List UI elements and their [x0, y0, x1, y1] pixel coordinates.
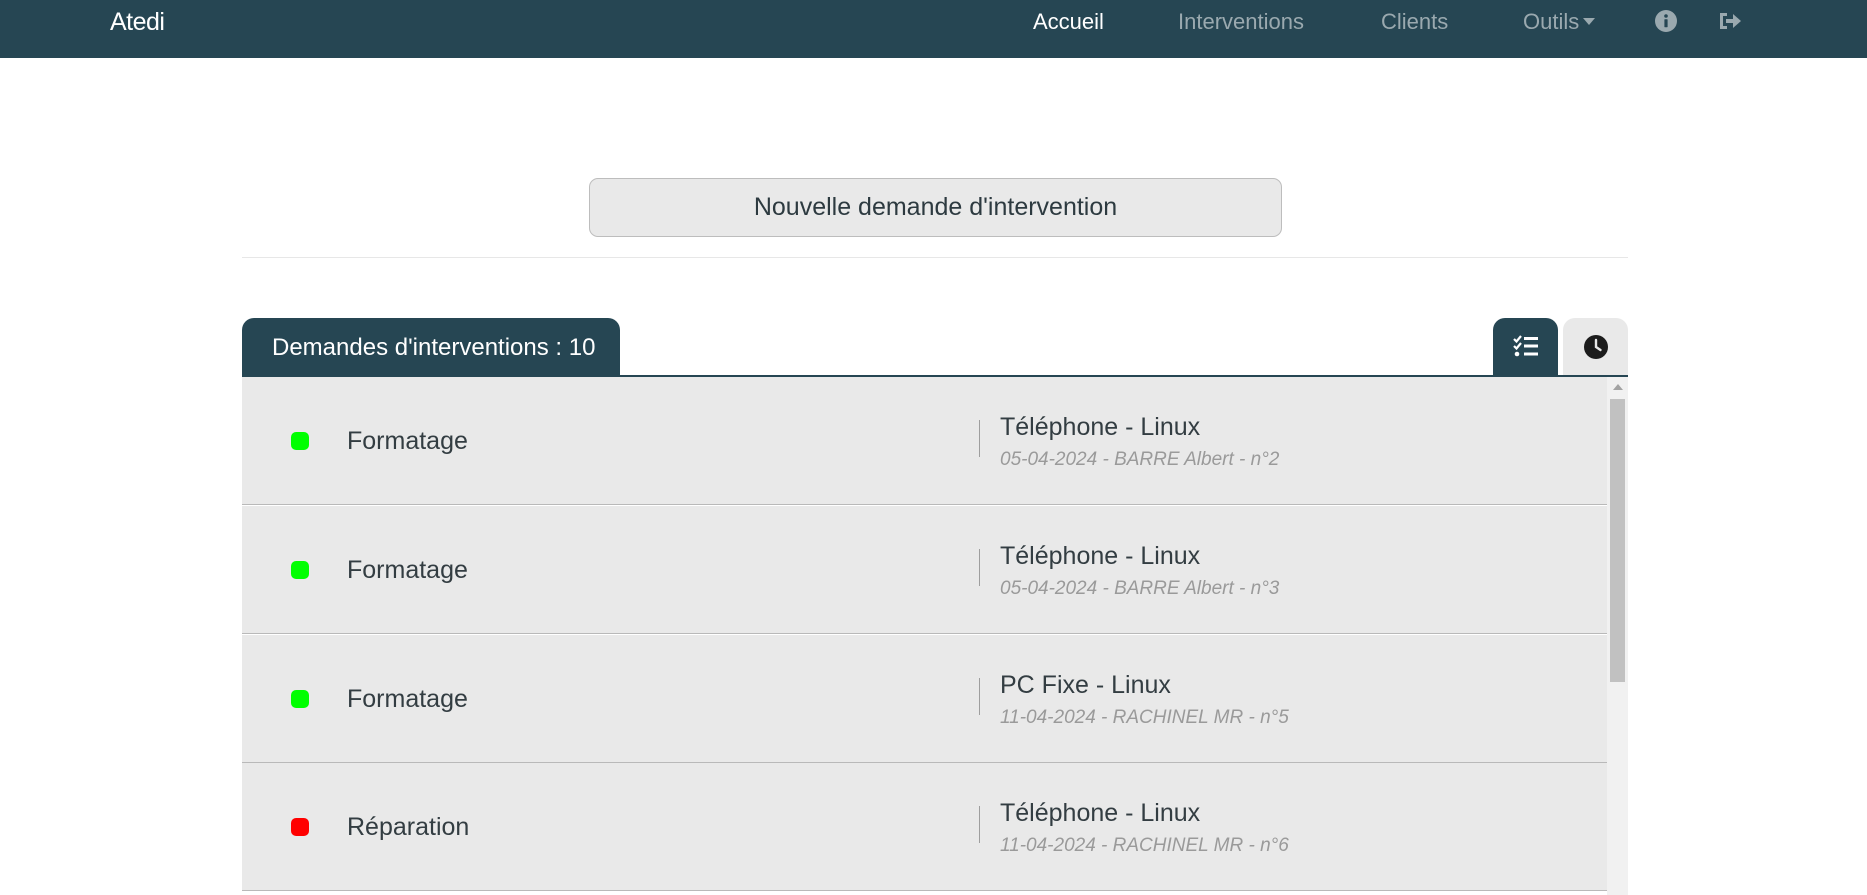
intervention-type: Formatage [347, 685, 468, 713]
list-item[interactable]: Formatage Téléphone - Linux 05-04-2024 -… [242, 377, 1607, 505]
status-indicator [291, 818, 309, 836]
request-meta: 11-04-2024 - RACHINEL MR - n°5 [1000, 707, 1289, 728]
list-item[interactable]: Formatage Téléphone - Linux 05-04-2024 -… [242, 506, 1607, 634]
row-separator [979, 420, 980, 457]
nav-link-accueil[interactable]: Accueil [1033, 9, 1104, 35]
requests-panel-title: Demandes d'interventions : 10 [242, 318, 620, 376]
status-indicator [291, 690, 309, 708]
nav-dropdown-outils-label: Outils [1523, 9, 1580, 34]
nav-link-interventions[interactable]: Interventions [1178, 9, 1304, 35]
row-separator [979, 806, 980, 843]
brand-logo[interactable]: Atedi [110, 8, 165, 37]
timeline-view-button[interactable] [1563, 318, 1628, 376]
top-navbar: Atedi Accueil Interventions Clients Outi… [0, 0, 1867, 58]
device-label: Téléphone - Linux [1000, 799, 1201, 827]
nav-link-clients[interactable]: Clients [1381, 9, 1448, 35]
device-label: PC Fixe - Linux [1000, 671, 1171, 699]
status-indicator [291, 432, 309, 450]
divider [242, 257, 1628, 258]
logout-icon[interactable] [1717, 9, 1741, 33]
list-scrollbar[interactable] [1607, 377, 1628, 895]
nav-dropdown-outils[interactable]: Outils [1523, 9, 1596, 35]
list-item[interactable]: Réparation Téléphone - Linux 11-04-2024 … [242, 763, 1607, 891]
info-icon[interactable] [1654, 9, 1678, 33]
scroll-thumb[interactable] [1610, 399, 1625, 682]
device-label: Téléphone - Linux [1000, 413, 1201, 441]
new-intervention-request-button[interactable]: Nouvelle demande d'intervention [589, 178, 1282, 237]
device-label: Téléphone - Linux [1000, 542, 1201, 570]
request-meta: 05-04-2024 - BARRE Albert - n°2 [1000, 449, 1280, 470]
list-item[interactable]: Formatage PC Fixe - Linux 11-04-2024 - R… [242, 635, 1607, 763]
requests-list: Formatage Téléphone - Linux 05-04-2024 -… [242, 377, 1628, 895]
intervention-type: Formatage [347, 556, 468, 584]
intervention-type: Formatage [347, 427, 468, 455]
list-view-button[interactable] [1493, 318, 1558, 376]
chevron-down-icon [1583, 18, 1596, 26]
request-meta: 11-04-2024 - RACHINEL MR - n°6 [1000, 835, 1289, 856]
scroll-up-icon[interactable] [1613, 384, 1623, 390]
row-separator [979, 678, 980, 715]
row-separator [979, 549, 980, 586]
status-indicator [291, 561, 309, 579]
request-meta: 05-04-2024 - BARRE Albert - n°3 [1000, 578, 1280, 599]
intervention-type: Réparation [347, 813, 470, 841]
